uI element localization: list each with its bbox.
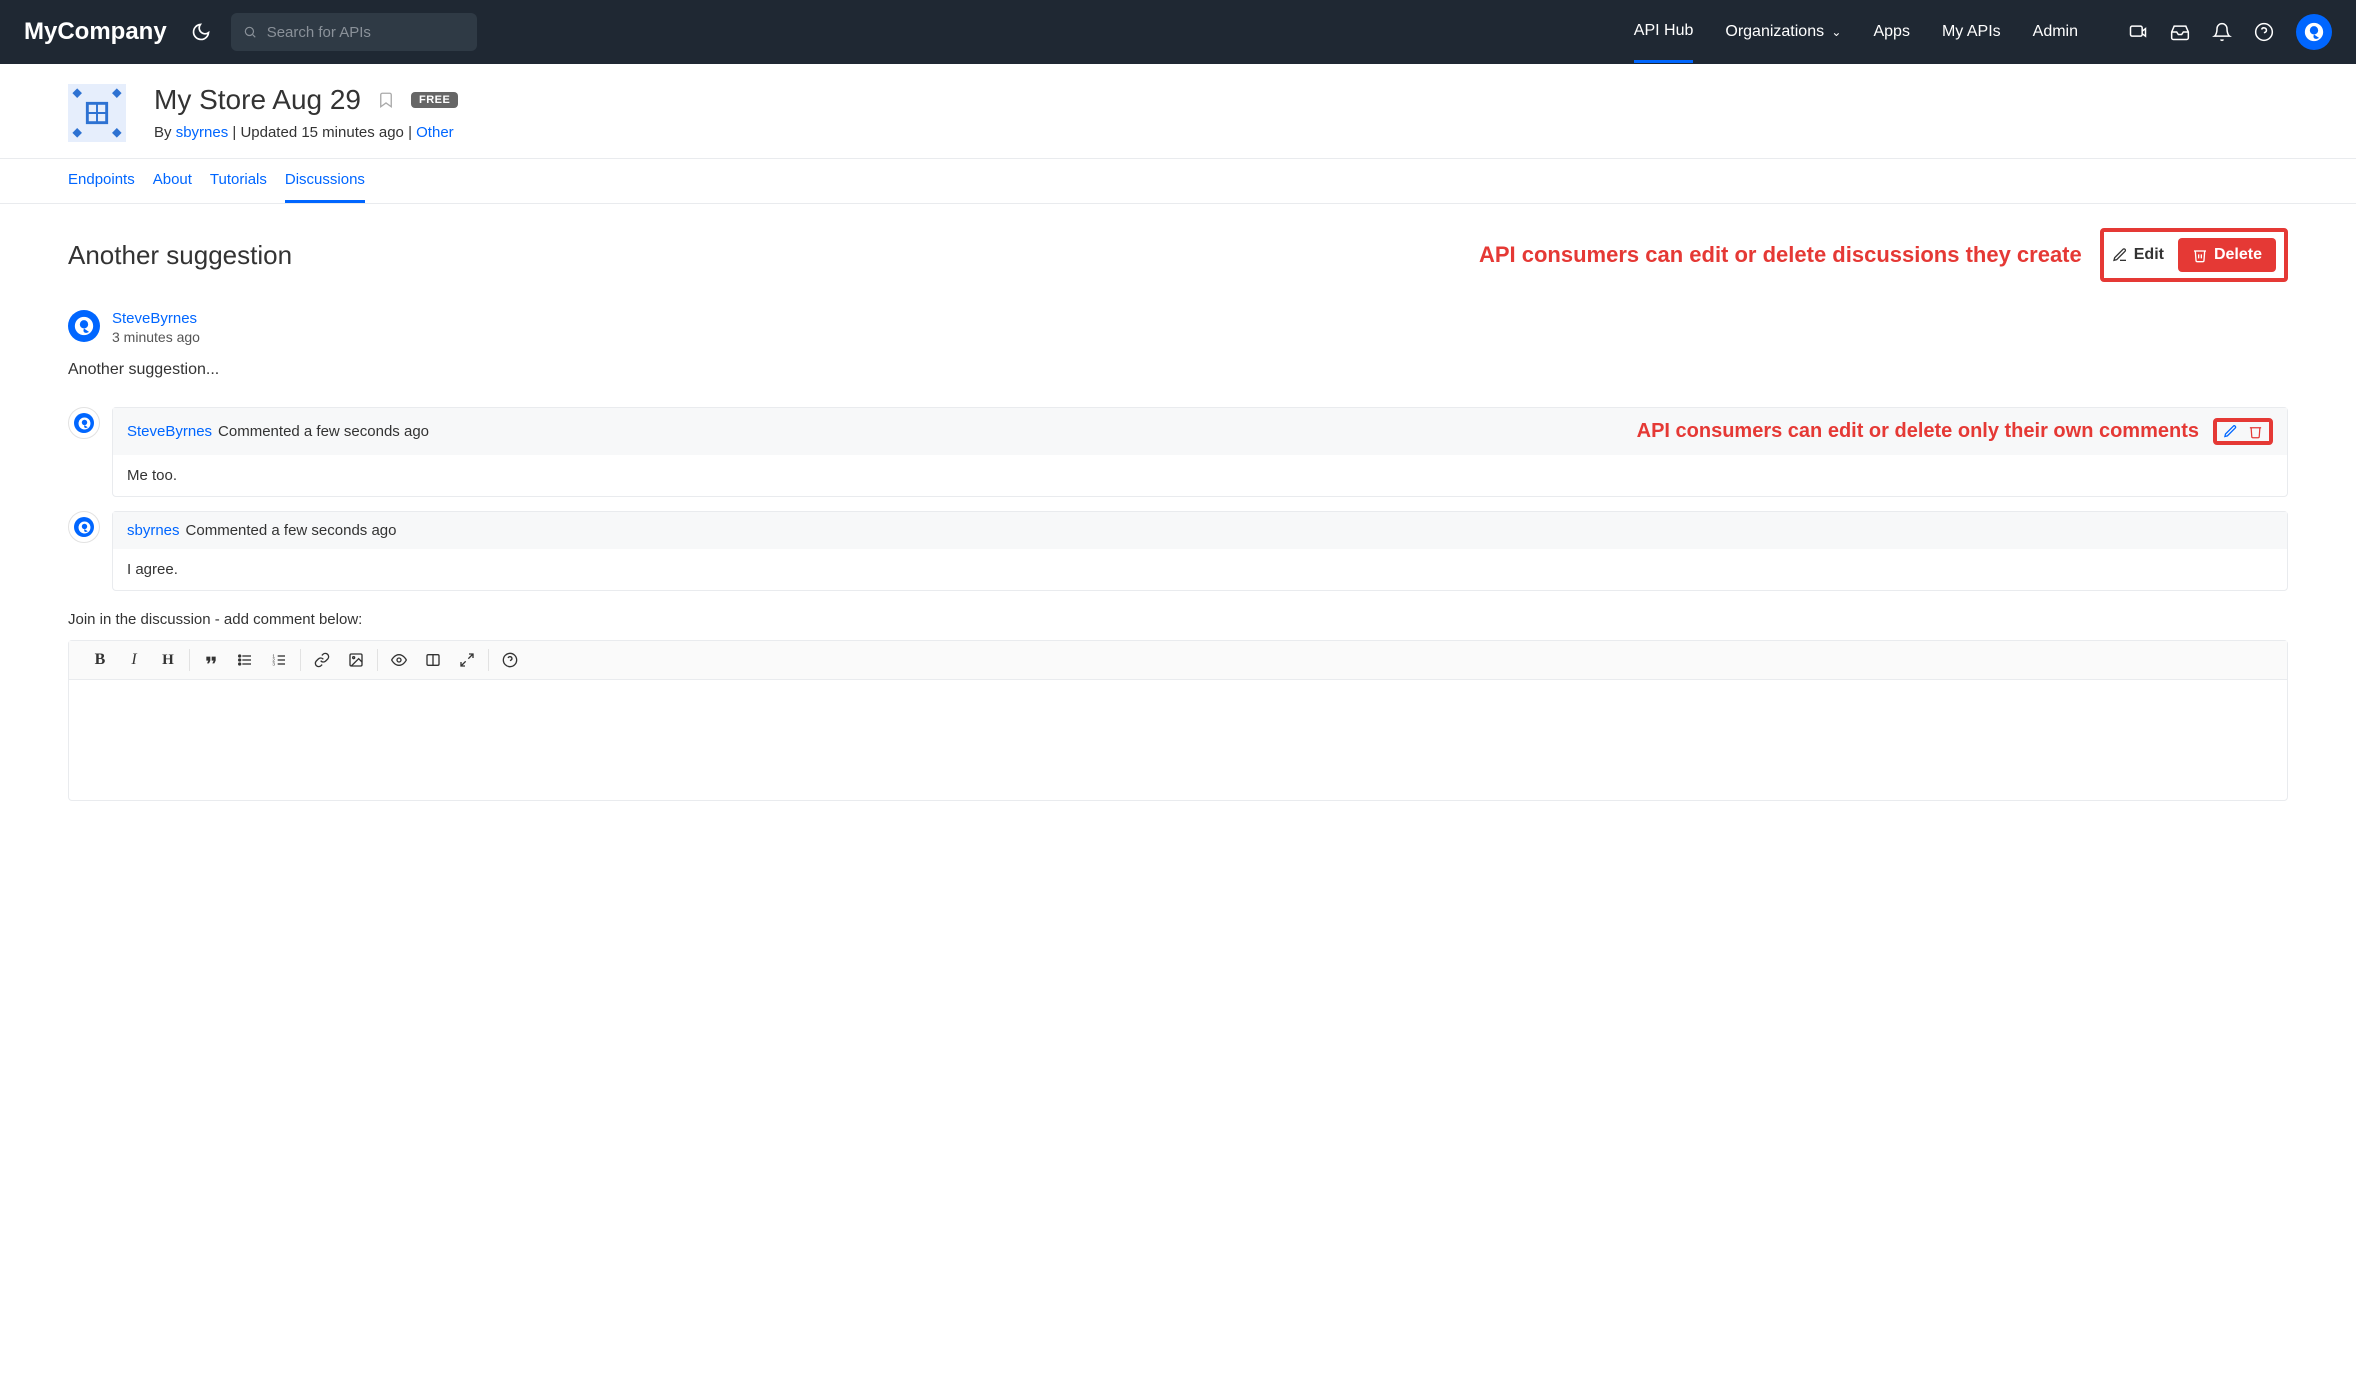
comment-author[interactable]: SteveByrnes <box>127 423 212 440</box>
api-tabs: Endpoints About Tutorials Discussions <box>0 159 2356 204</box>
tab-tutorials[interactable]: Tutorials <box>210 171 267 203</box>
editor-help-icon[interactable] <box>501 651 519 669</box>
help-icon[interactable] <box>2254 22 2274 42</box>
avatar-icon <box>78 417 91 430</box>
theme-toggle-icon[interactable] <box>191 22 211 42</box>
comment-avatar <box>68 407 100 439</box>
nav-icons <box>2128 22 2274 42</box>
trash-icon <box>2192 247 2208 263</box>
comment-header: sbyrnes Commented a few seconds ago <box>113 512 2287 549</box>
discussion-header: Another suggestion API consumers can edi… <box>68 228 2288 282</box>
post-body: Another suggestion... <box>68 361 2288 379</box>
comment-meta: Commented a few seconds ago <box>218 423 429 440</box>
quote-icon[interactable] <box>202 651 220 669</box>
avatar-icon <box>2304 22 2324 42</box>
post-author[interactable]: SteveByrnes <box>112 310 200 327</box>
comment-card: SteveByrnes Commented a few seconds ago … <box>112 407 2288 497</box>
bookmark-icon[interactable] <box>377 89 395 111</box>
avatar-icon <box>78 521 91 534</box>
nav-organizations-label: Organizations <box>1725 23 1824 40</box>
message-icon[interactable] <box>2128 22 2148 42</box>
comment-edit-icon[interactable] <box>2223 424 2238 439</box>
comment-avatar <box>68 511 100 543</box>
tab-about[interactable]: About <box>153 171 192 203</box>
heading-icon[interactable]: H <box>159 651 177 669</box>
comment-delete-icon[interactable] <box>2248 424 2263 439</box>
tab-discussions[interactable]: Discussions <box>285 171 365 203</box>
comment-actions-highlight <box>2213 418 2273 445</box>
badge-free: FREE <box>411 92 458 108</box>
inbox-icon[interactable] <box>2170 22 2190 42</box>
edit-button[interactable]: Edit <box>2112 246 2164 264</box>
discussion-actions-highlight: Edit Delete <box>2100 228 2288 282</box>
bold-icon[interactable]: B <box>91 651 109 669</box>
ul-icon[interactable] <box>236 651 254 669</box>
nav-my-apis[interactable]: My APIs <box>1942 23 2001 61</box>
italic-icon[interactable]: I <box>125 651 143 669</box>
api-author-link[interactable]: sbyrnes <box>176 124 229 141</box>
nav-apps[interactable]: Apps <box>1873 23 1909 61</box>
delete-button[interactable]: Delete <box>2178 238 2276 272</box>
api-logo <box>68 84 126 142</box>
comment-row: sbyrnes Commented a few seconds ago I ag… <box>68 511 2288 591</box>
discussion-title: Another suggestion <box>68 240 292 271</box>
updated-label: | Updated 15 minutes ago | <box>228 124 416 141</box>
annotation-discussion: API consumers can edit or delete discuss… <box>1479 242 2082 268</box>
comment-card: sbyrnes Commented a few seconds ago I ag… <box>112 511 2288 591</box>
post-avatar <box>68 310 100 342</box>
chevron-down-icon: ⌄ <box>1828 25 1841 39</box>
edit-label: Edit <box>2134 246 2164 264</box>
bell-icon[interactable] <box>2212 22 2232 42</box>
image-icon[interactable] <box>347 651 365 669</box>
nav-api-hub[interactable]: API Hub <box>1634 22 1694 63</box>
nav-links: API Hub Organizations ⌄ Apps My APIs Adm… <box>1634 22 2078 43</box>
nav-organizations[interactable]: Organizations ⌄ <box>1725 23 1841 61</box>
api-title: My Store Aug 29 <box>154 84 361 116</box>
editor-textarea[interactable] <box>69 680 2287 800</box>
discussion-post: SteveByrnes 3 minutes ago <box>68 310 2288 345</box>
search-wrap <box>231 13 477 51</box>
comment-body: Me too. <box>113 455 2287 496</box>
link-icon[interactable] <box>313 651 331 669</box>
api-meta: By sbyrnes | Updated 15 minutes ago | Ot… <box>154 124 458 141</box>
api-category-link[interactable]: Other <box>416 124 454 141</box>
comment-body: I agree. <box>113 549 2287 590</box>
user-avatar[interactable] <box>2296 14 2332 50</box>
ol-icon[interactable]: 123 <box>270 651 288 669</box>
editor-toolbar: B I H 123 <box>69 641 2287 680</box>
fullscreen-icon[interactable] <box>458 651 476 669</box>
nav-admin[interactable]: Admin <box>2033 23 2078 61</box>
svg-text:3: 3 <box>272 661 275 666</box>
brand-logo[interactable]: MyCompany <box>24 18 167 46</box>
search-input[interactable] <box>231 13 477 51</box>
comment-author[interactable]: sbyrnes <box>127 522 180 539</box>
search-icon <box>243 25 257 39</box>
main-content: Another suggestion API consumers can edi… <box>0 204 2356 825</box>
by-label: By <box>154 124 176 141</box>
preview-icon[interactable] <box>390 651 408 669</box>
comment-header: SteveByrnes Commented a few seconds ago … <box>113 408 2287 455</box>
delete-label: Delete <box>2214 246 2262 264</box>
split-icon[interactable] <box>424 651 442 669</box>
comment-meta: Commented a few seconds ago <box>186 522 397 539</box>
avatar-icon <box>74 316 94 336</box>
top-nav: MyCompany API Hub Organizations ⌄ Apps M… <box>0 0 2356 64</box>
post-time: 3 minutes ago <box>112 329 200 345</box>
api-header: My Store Aug 29 FREE By sbyrnes | Update… <box>0 64 2356 159</box>
comment-row: SteveByrnes Commented a few seconds ago … <box>68 407 2288 497</box>
comment-editor: B I H 123 <box>68 640 2288 801</box>
tab-endpoints[interactable]: Endpoints <box>68 171 135 203</box>
annotation-comment: API consumers can edit or delete only th… <box>1637 420 2199 443</box>
join-prompt: Join in the discussion - add comment bel… <box>68 611 2288 628</box>
pencil-icon <box>2112 247 2128 263</box>
